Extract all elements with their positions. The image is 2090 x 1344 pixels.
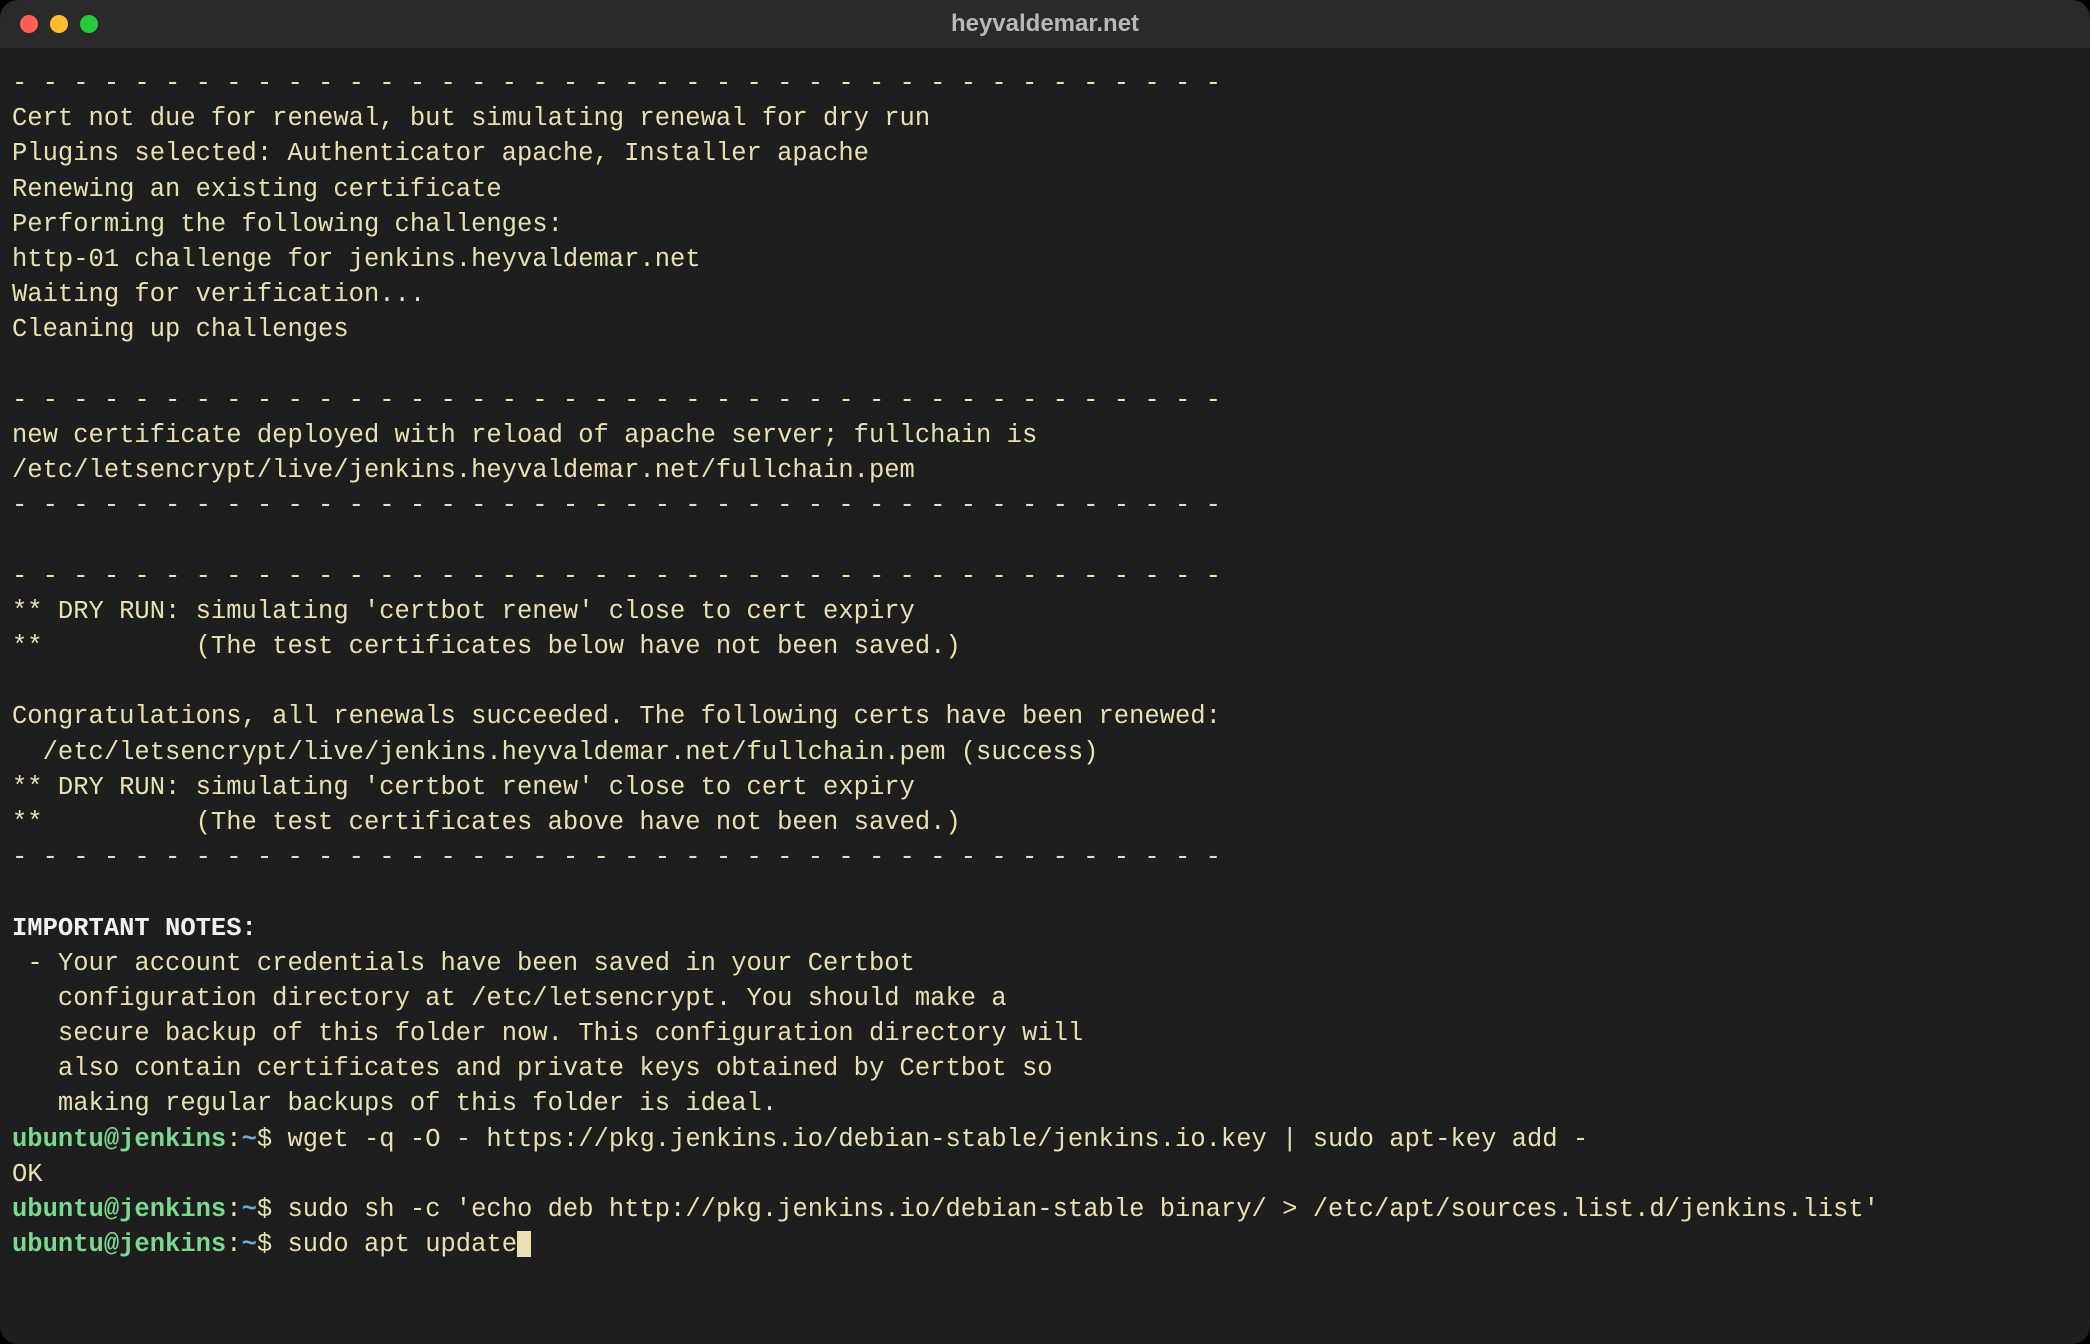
prompt-symbol: $ [257,1195,288,1224]
prompt-user: ubuntu@jenkins [12,1230,226,1259]
minimize-icon[interactable] [50,15,68,33]
output-line: Renewing an existing certificate [12,175,502,204]
output-line: secure backup of this folder now. This c… [12,1019,1083,1048]
prompt-user: ubuntu@jenkins [12,1125,226,1154]
output-line: - - - - - - - - - - - - - - - - - - - - … [12,562,1221,591]
notes-heading: IMPORTANT NOTES: [12,914,257,943]
output-line: /etc/letsencrypt/live/jenkins.heyvaldema… [12,456,915,485]
close-icon[interactable] [20,15,38,33]
output-line: - - - - - - - - - - - - - - - - - - - - … [12,491,1221,520]
prompt-path: ~ [242,1230,257,1259]
prompt-user: ubuntu@jenkins [12,1195,226,1224]
terminal-window: heyvaldemar.net - - - - - - - - - - - - … [0,0,2090,1344]
output-line: - - - - - - - - - - - - - - - - - - - - … [12,386,1221,415]
output-line: - - - - - - - - - - - - - - - - - - - - … [12,69,1221,98]
output-line: Cert not due for renewal, but simulating… [12,104,930,133]
prompt-path: ~ [242,1125,257,1154]
cursor-icon [517,1231,531,1257]
titlebar[interactable]: heyvaldemar.net [0,0,2090,48]
output-line: ** DRY RUN: simulating 'certbot renew' c… [12,597,915,626]
prompt-colon: : [226,1230,241,1259]
output-line: Waiting for verification... [12,280,425,309]
traffic-lights [20,15,98,33]
prompt-symbol: $ [257,1230,288,1259]
prompt-path: ~ [242,1195,257,1224]
output-line: also contain certificates and private ke… [12,1054,1053,1083]
output-line: Performing the following challenges: [12,210,563,239]
output-line: - - - - - - - - - - - - - - - - - - - - … [12,843,1221,872]
command-text: sudo sh -c 'echo deb http://pkg.jenkins.… [287,1195,1878,1224]
output-line: ** DRY RUN: simulating 'certbot renew' c… [12,773,915,802]
output-line: /etc/letsencrypt/live/jenkins.heyvaldema… [12,738,1098,767]
output-line: making regular backups of this folder is… [12,1089,777,1118]
prompt-colon: : [226,1195,241,1224]
output-line: http-01 challenge for jenkins.heyvaldema… [12,245,701,274]
terminal-body[interactable]: - - - - - - - - - - - - - - - - - - - - … [0,48,2090,1344]
output-line: new certificate deployed with reload of … [12,421,1037,450]
zoom-icon[interactable] [80,15,98,33]
output-line: Plugins selected: Authenticator apache, … [12,139,869,168]
output-line: Cleaning up challenges [12,315,349,344]
output-line: - Your account credentials have been sav… [12,949,915,978]
command-text: wget -q -O - https://pkg.jenkins.io/debi… [287,1125,1588,1154]
output-line: configuration directory at /etc/letsencr… [12,984,1007,1013]
command-text: sudo apt update [287,1230,517,1259]
prompt-colon: : [226,1125,241,1154]
window-title: heyvaldemar.net [0,10,2090,38]
output-line: Congratulations, all renewals succeeded.… [12,702,1221,731]
prompt-symbol: $ [257,1125,288,1154]
output-line: ** (The test certificates above have not… [12,808,961,837]
output-line: OK [12,1160,43,1189]
output-line: ** (The test certificates below have not… [12,632,961,661]
